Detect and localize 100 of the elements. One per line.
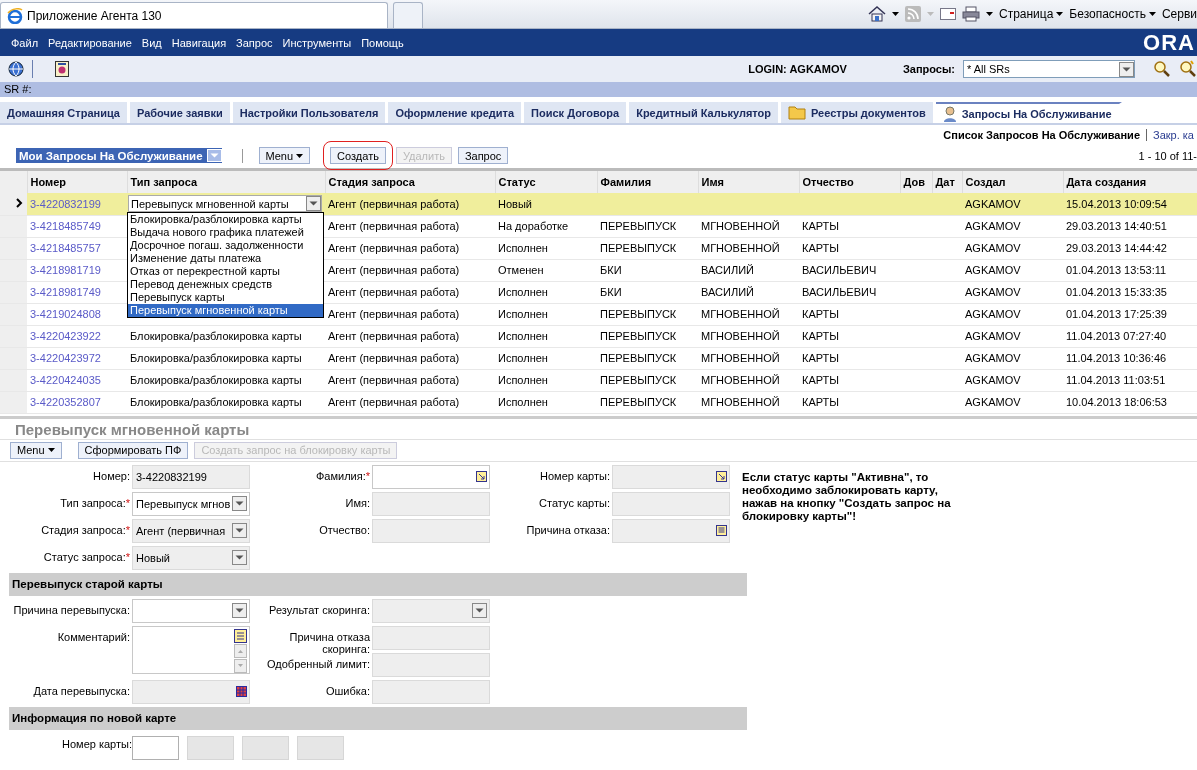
- date-field[interactable]: [132, 679, 250, 704]
- table-row[interactable]: 3-4220424035 Блокировка/разблокировка карты Агент (первичная работа) Исполнен ПЕРЕВЫПУСК МГНОВЕННОЙ КАРТЫ AGKAMOV 11.04.2013 11:03:51: [0, 369, 1197, 391]
- table-row[interactable]: 3-4220423922 Блокировка/разблокировка карты Агент (первичная работа) Исполнен ПЕРЕВЫПУСК МГНОВЕННОЙ КАРТЫ AGKAMOV 11.04.2013 07:27:40: [0, 325, 1197, 347]
- printer-icon[interactable]: [961, 5, 980, 22]
- card-number-field[interactable]: [132, 735, 179, 760]
- menu-item[interactable]: Навигация: [166, 36, 232, 49]
- browser-command[interactable]: Безопасность: [1069, 6, 1156, 21]
- input-field[interactable]: 3-4220832199: [132, 464, 250, 489]
- toolbar-button[interactable]: Создать: [330, 147, 386, 164]
- column-header[interactable]: Фамилия: [597, 171, 698, 193]
- input-field[interactable]: [372, 491, 490, 516]
- cell-text: Агент (первичная работа): [328, 197, 460, 210]
- column-header[interactable]: Дата создания: [1063, 171, 1197, 193]
- menu-item[interactable]: Инструменты: [277, 36, 357, 49]
- type-combobox[interactable]: Перевыпуск мгновенной карты: [128, 195, 322, 213]
- dropdown-button[interactable]: [472, 603, 487, 618]
- column-header[interactable]: Тип запроса: [127, 171, 325, 193]
- menu-button[interactable]: Menu: [258, 147, 311, 164]
- cell-text: КАРТЫ: [802, 396, 840, 408]
- dropdown-button[interactable]: [232, 523, 247, 538]
- column-header[interactable]: Статус: [495, 171, 597, 193]
- menu-item[interactable]: Редактирование: [43, 36, 137, 49]
- dropdown-button[interactable]: [232, 603, 247, 618]
- picker-icon[interactable]: [476, 471, 487, 482]
- select-field[interactable]: Перевыпуск мгнов: [132, 491, 250, 516]
- request-link[interactable]: 3-4220423922: [30, 330, 101, 342]
- select-field[interactable]: Новый: [132, 545, 250, 570]
- tab[interactable]: Запросы На Обслуживание: [935, 102, 1122, 123]
- field-label: Комментарий:: [56, 629, 130, 643]
- column-header[interactable]: Стадия запроса: [325, 171, 495, 193]
- calendar-icon[interactable]: [236, 686, 247, 697]
- cell-text: AGKAMOV: [965, 330, 1021, 342]
- card-number-field[interactable]: [187, 735, 234, 760]
- scroll-icon[interactable]: [234, 628, 247, 673]
- tab[interactable]: Реестры документов: [781, 102, 936, 123]
- close-link[interactable]: Закр. ка: [1146, 129, 1194, 141]
- form-button[interactable]: Сформировать ПФ: [77, 441, 189, 459]
- column-header[interactable]: Номер: [27, 171, 127, 193]
- request-link[interactable]: 3-4220832199: [30, 197, 101, 210]
- input-field[interactable]: [612, 491, 730, 516]
- tab[interactable]: Кредитный Калькулятор: [629, 102, 781, 123]
- cell-text: AGKAMOV: [965, 396, 1021, 408]
- toolbar-button[interactable]: Запрос: [457, 147, 509, 164]
- list-icon[interactable]: [716, 525, 727, 536]
- table-row[interactable]: 3-4220352807 Блокировка/разблокировка карты Агент (первичная работа) Исполнен ПЕРЕВЫПУСК МГНОВЕННОЙ КАРТЫ AGKAMOV 10.04.2013 18:06:53: [0, 391, 1197, 413]
- menu-item[interactable]: Вид: [136, 36, 167, 49]
- request-link[interactable]: 3-4220352807: [30, 396, 101, 408]
- request-link[interactable]: 3-4218485757: [30, 242, 101, 254]
- input-field[interactable]: [372, 518, 490, 543]
- input-field[interactable]: [372, 625, 490, 650]
- request-link[interactable]: 3-4218485749: [30, 220, 101, 232]
- request-link[interactable]: 3-4220423972: [30, 352, 101, 364]
- select-field[interactable]: [132, 598, 250, 623]
- dropdown-button[interactable]: [232, 550, 247, 565]
- tab[interactable]: Рабочие заявки: [129, 102, 233, 123]
- input-field[interactable]: [372, 464, 490, 489]
- view-select[interactable]: Мои Запросы На Обслуживание: [16, 148, 222, 163]
- input-field[interactable]: [612, 518, 730, 543]
- queries-select[interactable]: * All SRs: [963, 60, 1135, 78]
- select-field[interactable]: Агент (первичная: [132, 518, 250, 543]
- table-row[interactable]: 3-4220423972 Блокировка/разблокировка карты Агент (первичная работа) Исполнен ПЕРЕВЫПУСК МГНОВЕННОЙ КАРТЫ AGKAMOV 11.04.2013 10:36:46: [0, 347, 1197, 369]
- column-header[interactable]: Имя: [698, 171, 799, 193]
- document-icon[interactable]: [55, 61, 69, 77]
- picker-icon[interactable]: [716, 471, 727, 482]
- dropdown-button[interactable]: [232, 496, 247, 511]
- globe-icon[interactable]: [8, 61, 24, 77]
- field-label: Дата перевыпуска:: [32, 683, 130, 697]
- card-number-field[interactable]: [242, 735, 289, 760]
- request-link[interactable]: 3-4218981719: [30, 264, 101, 276]
- menu-button[interactable]: Menu: [10, 441, 62, 459]
- request-link[interactable]: 3-4218981749: [30, 286, 101, 298]
- request-link[interactable]: 3-4220424035: [30, 374, 101, 386]
- column-header[interactable]: Создал: [962, 171, 1063, 193]
- dropdown-button[interactable]: [306, 196, 321, 212]
- menu-item[interactable]: Файл: [6, 36, 44, 49]
- browser-command[interactable]: Серви: [1161, 6, 1197, 21]
- menu-item[interactable]: Помощь: [356, 36, 409, 49]
- request-link[interactable]: 3-4219024808: [30, 308, 101, 320]
- menu-item[interactable]: Запрос: [231, 36, 278, 49]
- mail-icon[interactable]: [939, 7, 956, 20]
- cell-text: Исполнен: [498, 352, 548, 364]
- column-header[interactable]: Отчество: [799, 171, 900, 193]
- input-field[interactable]: [372, 652, 490, 677]
- search-icon[interactable]: [1153, 60, 1171, 78]
- input-field[interactable]: [372, 679, 490, 704]
- select-field[interactable]: [372, 598, 490, 623]
- column-header[interactable]: Дат: [932, 171, 962, 193]
- browser-tab[interactable]: Приложение Агента 130: [0, 2, 388, 28]
- field-label: Причина отказа скоринга:: [288, 629, 370, 655]
- search-icon[interactable]: [1179, 60, 1197, 78]
- browser-command[interactable]: Страница: [998, 6, 1064, 21]
- column-header[interactable]: Дов: [900, 171, 932, 193]
- comment-field[interactable]: [132, 625, 250, 674]
- dropdown-button[interactable]: [1119, 61, 1134, 77]
- home-icon[interactable]: [867, 5, 886, 22]
- tab[interactable]: Домашняя Страница: [0, 102, 130, 123]
- input-field[interactable]: [612, 464, 730, 489]
- card-number-field[interactable]: [297, 735, 344, 760]
- cell-text: 01.04.2013 15:33:35: [1066, 286, 1167, 298]
- dropdown-option[interactable]: Перевыпуск мгновенной карты: [128, 304, 323, 317]
